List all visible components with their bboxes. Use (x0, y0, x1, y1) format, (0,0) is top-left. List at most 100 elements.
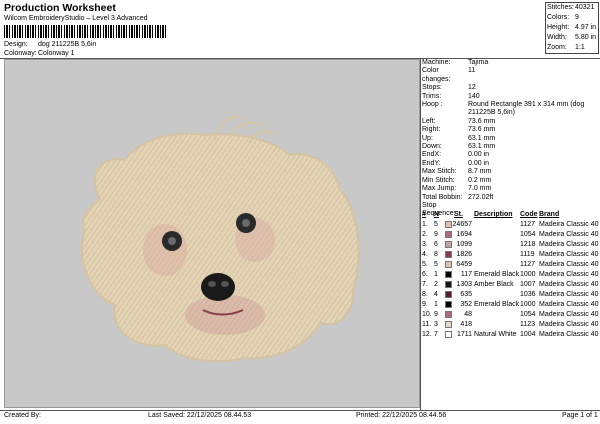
stop-n: 9. (422, 301, 428, 308)
stat-label: Stitches: (547, 4, 574, 11)
info-label: Down: (422, 143, 442, 151)
stop-st: 352 (460, 301, 472, 308)
stop-brand: Madeira Classic 40 (539, 331, 599, 338)
stop-row: 2. 9 1694 1054 Madeira Classic 40 (422, 230, 599, 240)
stat-width: Width: 5.80 in (546, 33, 598, 43)
thread-color-swatch (445, 241, 452, 248)
stop-row: 12. 7 1711 Natural White 1004 Madeira Classic… (422, 330, 599, 340)
stat-label: Height: (547, 24, 570, 31)
thread-color-swatch (445, 271, 452, 278)
stat-colors: Colors: 9 (546, 13, 598, 23)
info-row: Machine: Tajima (422, 59, 598, 67)
info-label: Hoop : (422, 101, 443, 109)
stat-stitches: Stitches: 40321 (546, 3, 598, 13)
col-brand: Brand (539, 211, 560, 218)
stop-st: 24657 (452, 221, 472, 228)
col-stitches: St. (454, 211, 463, 218)
stop-brand: Madeira Classic 40 (539, 271, 599, 278)
stop-brand: Madeira Classic 40 (539, 321, 599, 328)
worksheet-title: Production Worksheet (4, 2, 116, 14)
info-label: EndY: (422, 159, 441, 167)
stop-brand: Madeira Classic 40 (539, 221, 599, 228)
info-label: Left: (422, 117, 436, 125)
stop-n: 10. (422, 311, 432, 318)
info-value: 63.1 mm (468, 143, 496, 151)
info-row: Color changes: 11 (422, 67, 598, 84)
info-label: Right: (422, 126, 441, 134)
stop-needle: 1 (434, 301, 438, 308)
stop-brand: Madeira Classic 40 (539, 241, 599, 248)
info-label: Max Jump: (422, 185, 457, 193)
stop-code: 1036 (520, 291, 536, 298)
stop-n: 11. (422, 321, 432, 328)
stop-n: 8. (422, 291, 428, 298)
stop-brand: Madeira Classic 40 (539, 251, 599, 258)
thread-color-swatch (445, 281, 452, 288)
info-row: Min Stitch: 0.2 mm (422, 177, 598, 185)
info-value: 140 (468, 92, 480, 100)
stat-value: 4.97 in (575, 24, 597, 31)
stop-row: 5. 5 6459 1127 Madeira Classic 40 (422, 260, 599, 270)
stat-label: Zoom: (547, 44, 567, 51)
thread-color-swatch (445, 291, 452, 298)
thread-color-swatch (445, 311, 452, 318)
col-description: Description (474, 211, 513, 218)
colorway-value: Colonway 1 (38, 50, 75, 57)
info-label: Color changes: (422, 67, 451, 83)
stop-n: 12. (422, 331, 432, 338)
design-barcode (4, 25, 166, 38)
stop-st: 1099 (456, 241, 472, 248)
stat-value: 40321 (575, 4, 595, 11)
design-preview (4, 59, 420, 408)
info-value: Round Rectangle 391 x 314 mm (dog (468, 101, 585, 109)
stop-needle: 2 (434, 281, 438, 288)
stop-code: 1054 (520, 231, 536, 238)
stop-desc: Emerald Black (474, 271, 520, 278)
colorway-row: Colonway:Colonway 1 (4, 50, 75, 57)
stop-brand: Madeira Classic 40 (539, 301, 599, 308)
stop-row: 11. 3 418 1123 Madeira Classic 40 (422, 320, 599, 330)
stop-st: 117 (460, 271, 472, 278)
info-value: 0.2 mm (468, 176, 492, 184)
stop-code: 1218 (520, 241, 536, 248)
thread-color-swatch (445, 321, 452, 328)
info-label: Min Stitch: (422, 176, 455, 184)
stop-code: 1000 (520, 301, 536, 308)
stat-value: 9 (575, 14, 579, 21)
stop-needle: 5 (434, 221, 438, 228)
footer-printed: Printed: 22/12/2025 08.44.56 (356, 412, 447, 419)
stop-st: 48 (464, 311, 472, 318)
stop-code: 1004 (520, 331, 536, 338)
info-row: Max Stitch: 8.7 mm (422, 168, 598, 176)
info-value: 12 (468, 84, 476, 92)
stop-n: 1. (422, 221, 428, 228)
info-value: Tajima (468, 59, 489, 66)
footer-saved: Last Saved: 22/12/2025 08.44.53 (148, 412, 252, 419)
stop-st: 1694 (456, 231, 472, 238)
design-value: dog 211225B 5,6in (38, 41, 97, 48)
stop-brand: Madeira Classic 40 (539, 281, 599, 288)
info-row: EndX: 0.00 in (422, 151, 598, 159)
stop-needle: 7 (434, 331, 438, 338)
info-value: 0.00 in (468, 159, 490, 167)
info-label: Machine: (422, 59, 451, 66)
footer-divider (0, 410, 600, 411)
dog-embroidery-image (80, 116, 360, 363)
stop-row: 10. 9 48 1054 Madeira Classic 40 (422, 310, 599, 320)
info-row: 211225B 5,6in) (422, 109, 598, 117)
stat-label: Colors: (547, 14, 570, 21)
info-row: Up: 63.1 mm (422, 135, 598, 143)
stop-needle: 8 (434, 251, 438, 258)
stop-row: 1. 5 24657 1127 Madeira Classic 40 (422, 220, 599, 230)
info-row: Hoop : Round Rectangle 391 x 314 mm (dog (422, 101, 598, 109)
stop-n: 6. (422, 271, 428, 278)
stop-brand: Madeira Classic 40 (539, 311, 599, 318)
design-name-row: Design: dog 211225B 5,6in (4, 41, 96, 48)
machine-info: Machine: Tajima Color changes: 11 Stops: 12 Tr… (422, 59, 598, 219)
info-label: Trims: (422, 92, 442, 100)
info-value: 11 (468, 67, 476, 75)
stop-desc: Amber Black (474, 281, 514, 288)
stop-needle: 6 (434, 241, 438, 248)
info-row: Trims: 140 (422, 93, 598, 101)
stop-desc: Natural White (474, 331, 517, 338)
